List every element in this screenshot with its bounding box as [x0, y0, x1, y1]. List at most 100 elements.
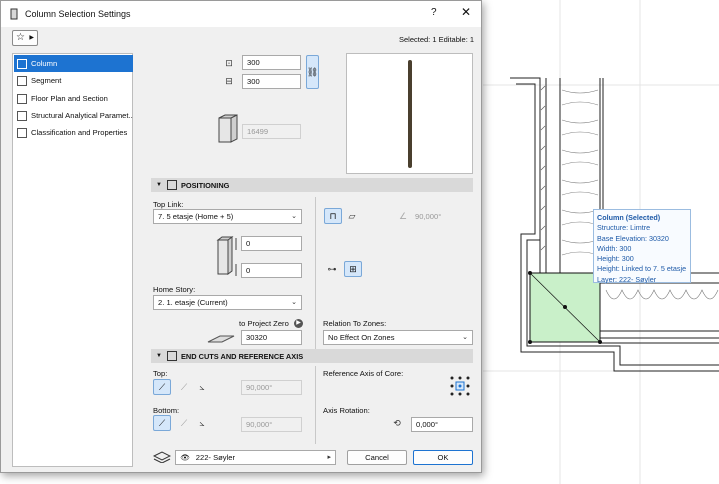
chevron-right-icon[interactable]: ▶: [294, 319, 303, 328]
settings-nav: Column Segment Floor Plan and Section St…: [12, 53, 133, 467]
depth-icon: ⊟: [225, 75, 233, 86]
top-cut-perpendicular-toggle[interactable]: ⟋: [153, 379, 171, 395]
home-story-value: 2. 1. etasje (Current): [158, 298, 228, 307]
height-icon: [218, 114, 238, 143]
chevron-down-icon: ⌄: [462, 334, 468, 341]
relation-to-zones-value: No Effect On Zones: [328, 333, 395, 342]
reference-axis-label: Reference Axis of Core:: [323, 369, 404, 378]
layer-value: 222- Søyler: [195, 453, 236, 462]
relation-to-zones-select[interactable]: No Effect On Zones ⌄: [323, 330, 473, 345]
close-button[interactable]: ✕: [461, 5, 471, 19]
width-input[interactable]: 300: [242, 55, 301, 70]
tooltip-line: Structure: Limtre: [597, 223, 651, 233]
bottom-cut-custom-icon[interactable]: ⦣: [194, 416, 210, 430]
star-icon: ☆: [16, 32, 25, 43]
tooltip-line: Base Elevation: 30320: [597, 233, 669, 243]
rotation-icon: ⟲: [393, 417, 401, 428]
bottom-cut-label: Bottom:: [153, 406, 180, 415]
structural-icon: [17, 110, 27, 121]
end-cuts-header[interactable]: ▼ END CUTS AND REFERENCE AXIS: [151, 349, 473, 363]
nav-item-structural[interactable]: Structural Analytical Paramet...: [14, 107, 133, 124]
column-preview-rod: [408, 60, 412, 168]
section-title: END CUTS AND REFERENCE AXIS: [180, 351, 304, 361]
axis-rotation-label: Axis Rotation:: [323, 406, 370, 415]
chevron-down-icon: ⌄: [291, 213, 297, 220]
floor-plan-icon: [17, 93, 27, 104]
nav-item-label: Segment: [31, 76, 62, 85]
column-app-icon: [10, 8, 18, 20]
column-icon: [17, 58, 27, 69]
tooltip-line: Height: 300: [597, 254, 634, 264]
top-link-value: 7. 5 etasje (Home + 5): [158, 212, 234, 221]
vertical-column-toggle[interactable]: ⊓: [324, 208, 342, 224]
chevron-right-icon: ▸: [327, 454, 331, 461]
elevation-icon: [207, 335, 235, 343]
end-cuts-icon: [166, 351, 177, 361]
nav-item-label: Classification and Properties: [31, 128, 128, 137]
top-cut-label: Top:: [153, 369, 168, 378]
project-zero-input[interactable]: 30320: [241, 330, 302, 345]
chevron-down-icon: ⌄: [291, 299, 297, 306]
positioning-header[interactable]: ▼ POSITIONING: [151, 178, 473, 192]
ok-button[interactable]: OK: [413, 450, 473, 465]
home-story-label: Home Story:: [153, 285, 196, 294]
element-info-tooltip: Column (Selected) Structure: Limtre Base…: [593, 209, 691, 284]
top-offset-input[interactable]: 0: [241, 236, 302, 251]
eye-icon[interactable]: 👁: [180, 453, 190, 462]
home-story-select[interactable]: 2. 1. etasje (Current) ⌄: [153, 295, 302, 310]
collapse-icon: ▼: [156, 353, 162, 359]
help-button[interactable]: ?: [431, 7, 437, 18]
tooltip-line: Layer: 222- Søyler: [597, 274, 657, 284]
column-anchor-icon[interactable]: ⊶: [324, 262, 340, 276]
cancel-button[interactable]: Cancel: [347, 450, 407, 465]
depth-input[interactable]: 300: [242, 74, 301, 89]
selection-count: Selected: 1 Editable: 1: [399, 35, 475, 44]
nav-item-label: Floor Plan and Section: [31, 94, 108, 103]
top-cut-angle-input[interactable]: 90,000°: [241, 380, 302, 395]
tooltip-line: Width: 300: [597, 243, 632, 253]
favorites-button[interactable]: ☆ ▶: [12, 30, 38, 46]
nav-item-label: Column: [31, 59, 58, 68]
relation-to-zones-label: Relation To Zones:: [323, 319, 387, 328]
bottom-cut-perpendicular-toggle[interactable]: ⟋: [153, 415, 171, 431]
column-offset-icon: [216, 236, 237, 276]
nav-item-classification[interactable]: Classification and Properties: [14, 124, 133, 141]
column-preview: [346, 53, 473, 174]
link-size-toggle[interactable]: ⛓: [306, 55, 319, 89]
bottom-cut-angle-input[interactable]: 90,000°: [241, 417, 302, 432]
segment-icon: [17, 75, 27, 86]
divider: [315, 366, 316, 444]
nav-item-label: Structural Analytical Paramet...: [31, 111, 133, 120]
layer-icon: [153, 451, 171, 463]
nav-item-segment[interactable]: Segment: [14, 72, 133, 89]
tooltip-title: Column (Selected): [597, 213, 661, 222]
dialog-title: Column Selection Settings: [25, 9, 131, 19]
nav-item-column[interactable]: Column: [14, 55, 133, 72]
layer-select[interactable]: 👁 222- Søyler ▸: [175, 450, 336, 465]
classification-icon: [17, 127, 27, 138]
title-bar[interactable]: Column Selection Settings ? ✕: [1, 1, 481, 27]
slant-angle-value: 90,000°: [415, 212, 442, 221]
slanted-column-icon[interactable]: ⏥: [344, 209, 360, 223]
top-link-select[interactable]: 7. 5 etasje (Home + 5) ⌄: [153, 209, 302, 224]
tooltip-line: Height: Linked to 7. 5 etasje: [597, 264, 687, 274]
top-cut-custom-icon[interactable]: ⦣: [194, 380, 210, 394]
top-cut-angled-icon[interactable]: ⟋: [176, 380, 192, 394]
axis-rotation-input[interactable]: 0,000°: [411, 417, 473, 432]
nav-item-floor-plan[interactable]: Floor Plan and Section: [14, 90, 133, 107]
divider: [315, 197, 316, 349]
bottom-offset-input[interactable]: 0: [241, 263, 302, 278]
column-settings-dialog: Column Selection Settings ? ✕ ☆ ▶ Select…: [0, 0, 482, 473]
section-title: POSITIONING: [180, 180, 230, 190]
to-project-zero-label: to Project Zero: [239, 319, 289, 328]
bottom-cut-angled-icon[interactable]: ⟋: [176, 416, 192, 430]
slant-angle-icon: ∠: [398, 210, 408, 221]
positioning-icon: [166, 180, 177, 190]
height-input[interactable]: 16499: [242, 124, 301, 139]
width-icon: ⊡: [225, 57, 233, 68]
collapse-icon: ▼: [156, 182, 162, 188]
chevron-right-icon: ▶: [29, 35, 34, 41]
top-link-label: Top Link:: [153, 200, 184, 209]
reference-axis-picker-icon[interactable]: [449, 375, 471, 397]
anchor-core-toggle[interactable]: ⊞: [344, 261, 362, 277]
